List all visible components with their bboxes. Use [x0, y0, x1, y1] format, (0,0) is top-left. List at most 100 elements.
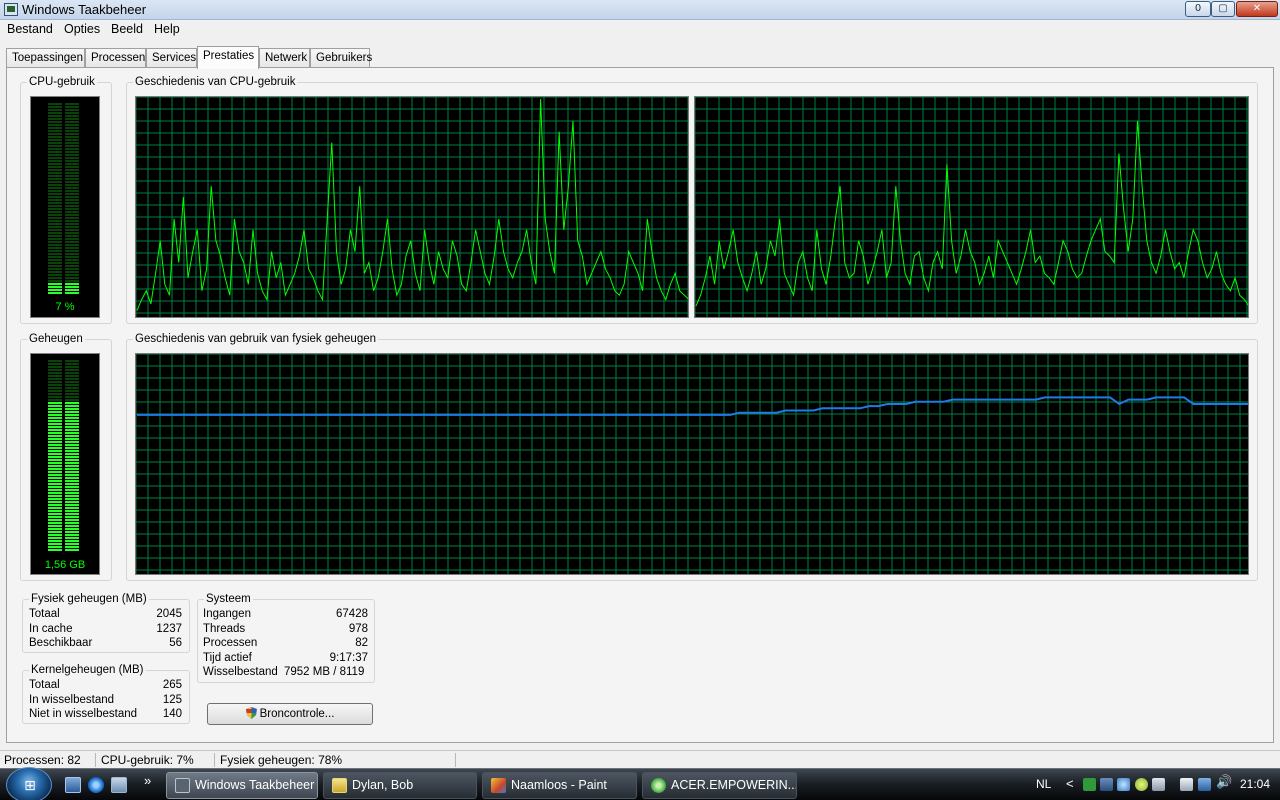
cpu-usage-value: 7 % [55, 301, 75, 313]
memory-meter-segment-lit [48, 447, 62, 449]
cpu-meter-segment [48, 202, 62, 204]
switch-windows-icon[interactable] [111, 777, 127, 793]
cpu-meter-segment [65, 169, 79, 171]
memory-meter-segment-lit [48, 507, 62, 509]
memory-meter-segment [48, 375, 62, 377]
cpu-meter-segment [65, 202, 79, 204]
show-desktop-icon[interactable] [65, 777, 81, 793]
menu-bestand[interactable]: Bestand [7, 22, 53, 36]
cpu-meter-segment [65, 274, 79, 276]
memory-meter-segment-lit [65, 429, 79, 431]
memory-meter-segment-lit [48, 471, 62, 473]
stat-value: 67428 [336, 608, 368, 620]
cpu-meter-segment [65, 184, 79, 186]
memory-meter-segment-lit [65, 519, 79, 521]
menu-beeld[interactable]: Beeld [111, 22, 143, 36]
memory-meter-segment-lit [65, 477, 79, 479]
tab-toepassingen[interactable]: Toepassingen [6, 48, 85, 68]
physical-cache-row: In cache 1237 [29, 622, 182, 637]
stat-value: 7952 MB / 8119 MI [284, 666, 368, 678]
memory-meter-segment-lit [48, 483, 62, 485]
tab-prestaties[interactable]: Prestaties [197, 46, 259, 69]
windows-logo-icon: ⊞ [24, 778, 36, 794]
wireless-icon[interactable] [1117, 778, 1130, 791]
memory-meter-segment-lit [48, 408, 62, 410]
taskbar-button-acer[interactable]: ACER.EMPOWERIN... [642, 772, 797, 799]
clock[interactable]: 21:04 [1240, 777, 1270, 791]
memory-meter-segment [48, 378, 62, 380]
language-indicator[interactable]: NL [1036, 777, 1051, 791]
memory-meter-segment-lit [65, 516, 79, 518]
memory-meter-segment [48, 396, 62, 398]
show-hidden-icons-arrow-icon[interactable]: < [1066, 776, 1074, 791]
cpu-meter-segment [48, 232, 62, 234]
stat-label: In cache [29, 622, 73, 635]
network-icon[interactable] [1198, 778, 1211, 791]
kernel-nonpaged-row: Niet in wisselbestand 140 [29, 707, 182, 722]
start-button[interactable]: ⊞ [6, 767, 52, 800]
cpu-meter-segment-lit [48, 283, 62, 285]
tab-processen[interactable]: Processen [85, 48, 146, 68]
tab-netwerk[interactable]: Netwerk [259, 48, 310, 68]
cpu-meter-segment [48, 208, 62, 210]
memory-meter-segment [65, 363, 79, 365]
cpu-meter-segment [48, 238, 62, 240]
menu-opties[interactable]: Opties [64, 22, 100, 36]
memory-meter-segment-lit [65, 486, 79, 488]
memory-meter-segment-lit [65, 408, 79, 410]
quick-launch-overflow-icon[interactable]: » [144, 773, 151, 788]
stat-value: 56 [169, 637, 182, 649]
cpu-meter-segment [48, 142, 62, 144]
memory-meter-segment-lit [48, 405, 62, 407]
status-cpu: CPU-gebruik: 7% [101, 753, 194, 767]
cpu-meter-segment [65, 232, 79, 234]
cpu-meter-segment [48, 280, 62, 282]
taskbar-button-contact[interactable]: Dylan, Bob [323, 772, 477, 799]
cpu-meter-segment [65, 121, 79, 123]
stat-value: 1237 [156, 622, 182, 635]
memory-meter-segment-lit [48, 540, 62, 542]
menu-help[interactable]: Help [154, 22, 180, 36]
tray-status-icon[interactable] [1135, 778, 1148, 791]
close-button[interactable]: ✕ [1236, 1, 1278, 17]
system-list: Ingangen 67428 Threads 978 Processen 82 Tij… [203, 607, 368, 680]
kernel-memory-list: Totaal 265 In wisselbestand 125 Niet in wi… [29, 678, 182, 722]
cpu-meter-segment-lit [48, 289, 62, 291]
memory-meter-segment-lit [48, 453, 62, 455]
volume-icon[interactable]: 🔊 [1216, 775, 1232, 790]
maximize-button[interactable]: ▢ [1211, 1, 1235, 17]
memory-meter-segment-lit [48, 525, 62, 527]
internet-explorer-icon[interactable] [88, 777, 104, 793]
cpu-meter-segment [48, 139, 62, 141]
taskbar-button-task-manager[interactable]: Windows Taakbeheer [166, 772, 318, 799]
cpu-meter-segment [48, 175, 62, 177]
tab-services[interactable]: Services [146, 48, 197, 68]
memory-meter-segment-lit [65, 402, 79, 404]
taskbar-button-paint[interactable]: Naamloos - Paint [482, 772, 637, 799]
tray-green-app-icon[interactable] [1083, 778, 1096, 791]
memory-meter-segment-lit [65, 531, 79, 533]
resource-monitor-button[interactable]: Broncontrole... [207, 703, 373, 725]
memory-meter-segment-lit [48, 432, 62, 434]
memory-meter-segment-lit [65, 540, 79, 542]
tab-gebruikers[interactable]: Gebruikers [310, 48, 372, 68]
network-disconnected-icon[interactable] [1100, 778, 1113, 791]
memory-meter-segment-lit [48, 543, 62, 545]
memory-meter-segment-lit [65, 543, 79, 545]
taskbar-button-label: Dylan, Bob [352, 778, 414, 792]
memory-meter-segment [65, 387, 79, 389]
cpu-meter-segment [48, 130, 62, 132]
cpu-meter-segment [65, 154, 79, 156]
cpu-meter-segment [48, 244, 62, 246]
tray-device-icon[interactable] [1152, 778, 1165, 791]
kernel-memory-title: Kernelgeheugen (MB) [29, 664, 146, 676]
task-manager-app-icon[interactable] [4, 3, 18, 16]
cpu-meter-segment [65, 160, 79, 162]
cpu-meter-segment [48, 145, 62, 147]
minimize-button[interactable]: 0 [1185, 1, 1211, 17]
memory-meter-segment [48, 372, 62, 374]
memory-meter-segment [48, 384, 62, 386]
cpu-meter-segment [65, 178, 79, 180]
memory-meter-segment-lit [65, 492, 79, 494]
battery-icon[interactable] [1180, 778, 1193, 791]
